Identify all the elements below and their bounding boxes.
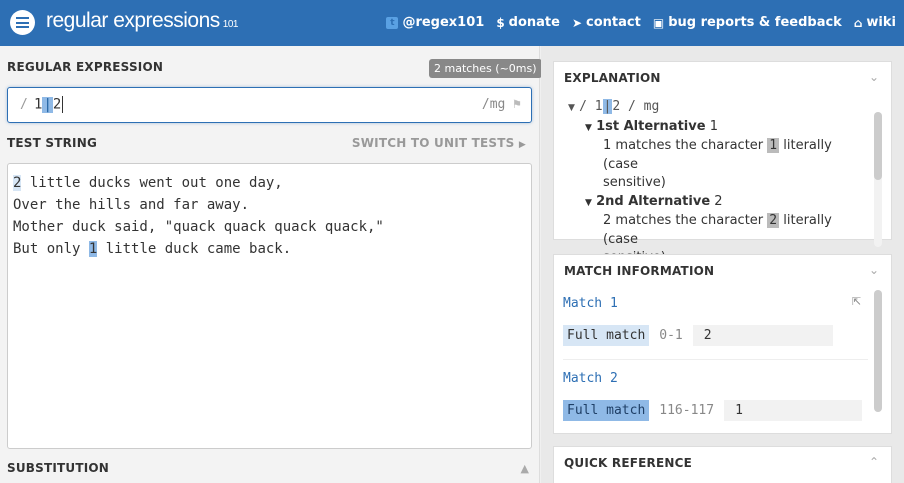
hamburger-menu-icon[interactable] [10,10,35,35]
quick-reference-panel: QUICK REFERENCE ⌃ [553,446,892,483]
twitter-icon: t [386,16,399,29]
alt1-desc-text: sensitive) [603,175,666,190]
explanation-root[interactable]: ▼ / 1|2 / mg [568,98,868,118]
logo-text: regular expressions [46,9,220,32]
test-line: Over the hills and far away. [13,197,250,213]
test-line: 2 little ducks went out one day, [13,172,526,194]
test-string-input[interactable]: 2 little ducks went out one day, Over th… [7,163,532,449]
match-2-row: Full match 116-117 1 [563,400,863,421]
flag-icon: ⚑ [513,97,521,112]
explanation-tree: ▼ / 1|2 / mg ▼ 1st Alternative 1 1 match… [568,98,868,268]
explanation-title[interactable]: EXPLANATION [564,71,661,85]
test-line-text: But only [13,241,89,257]
alternative-1[interactable]: ▼ 1st Alternative 1 [568,118,868,138]
match-1-value: 2 [692,325,833,346]
match-2-group: Full match [563,400,650,421]
match-2-range: 116-117 [659,403,715,418]
match-1-range: 0-1 [659,328,683,343]
info-column: EXPLANATION ⌄ ▼ / 1|2 / mg ▼ 1st Alterna… [541,46,904,483]
nav-twitter[interactable]: t @regex101 [386,15,484,30]
alt1-value: 1 [709,118,718,134]
text-cursor [62,96,64,113]
alt1-description: 1 matches the character 1 literally (cas… [568,137,868,193]
site-logo[interactable]: regular expressions 101 [46,9,238,33]
test-line: Mother duck said, "quack quack quack qua… [13,219,384,235]
nav-wiki-label: wiki [866,15,896,30]
explanation-scroll-thumb[interactable] [874,112,882,180]
bug-icon: ▣ [652,15,665,30]
match-2-label: Match 2 [563,371,618,386]
explanation-panel: EXPLANATION ⌄ ▼ / 1|2 / mg ▼ 1st Alterna… [553,61,892,265]
top-navigation: t @regex101 $ donate ➤ contact ▣ bug rep… [386,15,896,30]
regex-section-title: REGULAR EXPRESSION [7,60,164,74]
logo-version: 101 [222,19,239,30]
nav-contact[interactable]: ➤ contact [572,15,641,30]
match-1-label: Match 1 [563,296,618,311]
test-line: But only 1 little duck came back. [13,238,526,260]
match-scrollbar[interactable] [874,290,882,412]
alt2-desc-text: 2 matches the character [603,213,764,228]
chevron-up-icon[interactable]: ⌃ [869,455,879,469]
paper-plane-icon: ➤ [571,15,583,30]
match-information-panel: MATCH INFORMATION ⌄ Match 1 ⇱ Full match… [553,254,892,434]
nav-twitter-label: @regex101 [402,15,485,30]
regex-open-delimiter: / [20,97,28,112]
regex-input[interactable]: / 1|2 /mg ⚑ [7,87,532,123]
nav-contact-label: contact [586,15,641,30]
regex-pattern[interactable]: 1|2 [34,96,64,113]
bank-icon: ⌂ [853,15,863,30]
alt1-desc-text: 1 matches the character [603,138,764,153]
root-suffix: 2 / mg [612,99,660,114]
alt2-value: 2 [714,193,723,209]
flags-value: mg [489,97,506,112]
match-count-badge: 2 matches (~0ms) [429,59,542,78]
regex-flags[interactable]: /mg ⚑ [482,97,521,112]
match-divider [563,359,868,360]
root-pipe: | [602,99,613,114]
nav-donate-label: donate [508,15,560,30]
alt1-title: 1st Alternative [596,118,706,134]
match-1-row: Full match 0-1 2 [563,325,833,346]
nav-bug-reports[interactable]: ▣ bug reports & feedback [653,15,842,30]
match-scroll-thumb[interactable] [874,290,882,412]
chevron-down-icon[interactable]: ⌄ [869,70,879,84]
regex-token-pipe: | [42,96,53,113]
test-line-text: little duck came back. [97,241,292,257]
chevron-down-icon[interactable]: ⌄ [869,263,879,277]
test-line-text: little ducks went out one day, [21,175,283,191]
match-2-value: 1 [724,400,863,421]
match-1-group: Full match [563,325,650,346]
match-information-title[interactable]: MATCH INFORMATION [564,264,714,278]
explanation-scrollbar[interactable] [874,112,882,247]
chevron-up-icon[interactable]: ▲ [521,462,529,475]
regex-token-2: 2 [52,96,62,113]
switch-to-unit-tests-button[interactable]: SWITCH TO UNIT TESTS ▶ [352,136,526,150]
substitution-title[interactable]: SUBSTITUTION [7,461,109,475]
test-string-title: TEST STRING [7,136,98,150]
nav-donate[interactable]: $ donate [496,15,560,30]
chevron-right-icon: ▶ [518,140,526,150]
alternative-2[interactable]: ▼ 2nd Alternative 2 [568,193,868,213]
quick-reference-title[interactable]: QUICK REFERENCE [564,456,692,470]
nav-bug-reports-label: bug reports & feedback [668,15,842,30]
dollar-icon: $ [496,15,505,30]
switch-label: SWITCH TO UNIT TESTS [351,136,515,150]
alt1-char: 1 [767,138,780,153]
top-bar: regular expressions 101 t @regex101 $ don… [0,0,904,46]
share-link-icon[interactable]: ⇱ [852,295,861,308]
alt2-char: 2 [767,213,780,228]
nav-wiki[interactable]: ⌂ wiki [854,15,896,30]
root-prefix: / 1 [579,99,603,114]
regex-close-delimiter: / [481,97,490,112]
alt2-title: 2nd Alternative [596,193,711,209]
editor-column: REGULAR EXPRESSION 2 matches (~0ms) / 1|… [0,46,542,483]
